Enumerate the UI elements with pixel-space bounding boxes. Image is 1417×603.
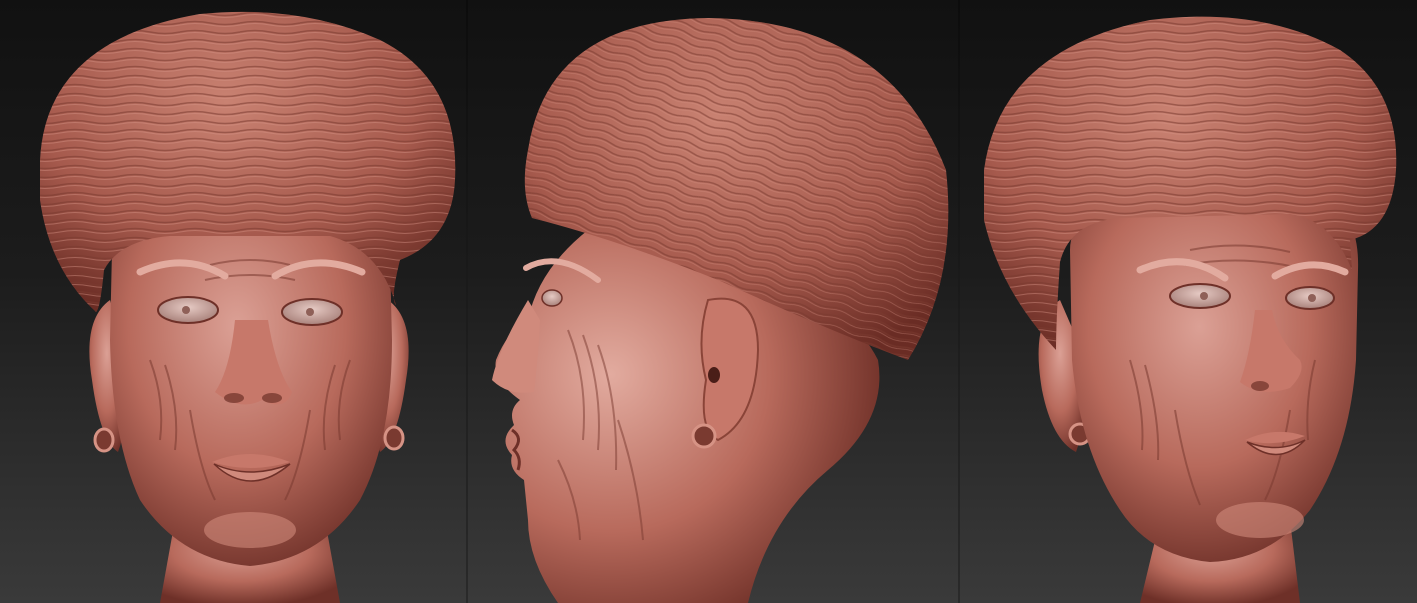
front-view-panel	[0, 0, 468, 603]
front-view-sculpt	[40, 11, 456, 603]
left-pupil	[182, 306, 190, 314]
profile-view-panel	[468, 0, 960, 603]
nose-profile	[492, 300, 540, 393]
three-quarter-view-sculpt	[984, 16, 1397, 603]
left-earring	[93, 427, 115, 453]
chin	[204, 512, 296, 548]
right-earring	[383, 425, 405, 451]
right-pupil	[1308, 294, 1316, 302]
left-pupil	[1200, 292, 1208, 300]
render-triptych	[0, 0, 1417, 603]
right-pupil	[306, 308, 314, 316]
face	[1070, 200, 1359, 562]
three-quarter-view-panel	[960, 0, 1417, 603]
eye-profile	[541, 289, 563, 307]
profile-view-sculpt	[492, 18, 949, 603]
earring-profile	[691, 423, 717, 449]
chin	[1216, 502, 1304, 538]
